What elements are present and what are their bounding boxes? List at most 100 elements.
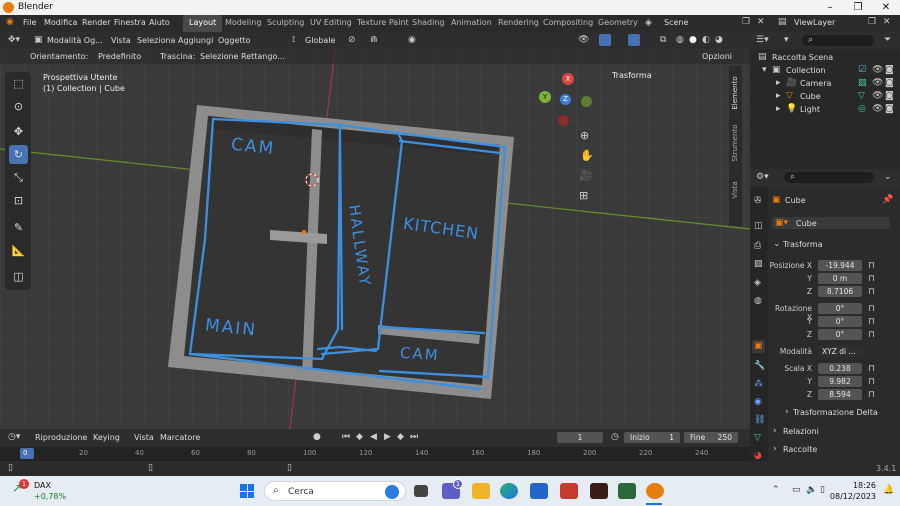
end-frame-field[interactable]: Fine 250 (684, 432, 738, 443)
menu-add[interactable]: Aggiungi (178, 36, 213, 45)
menu-select[interactable]: Seleziona (137, 36, 175, 45)
office-app-icon[interactable] (560, 483, 578, 499)
rotation-x-field[interactable]: 0° (818, 303, 862, 314)
outliner-item-cube[interactable]: Cube (800, 92, 821, 101)
game-app-icon[interactable] (590, 483, 608, 499)
tab-compositing[interactable]: Compositing (537, 15, 599, 32)
expand-icon[interactable]: ▸ (776, 92, 781, 101)
scale-x-field[interactable]: 0.238 (818, 363, 862, 374)
location-y-field[interactable]: 0 m (818, 273, 862, 284)
edge-browser-icon[interactable] (500, 483, 518, 499)
collections-panel[interactable]: Raccolte (783, 445, 817, 454)
move-tool-icon[interactable]: ✥ (9, 122, 28, 141)
rotation-mode-dropdown[interactable]: XYZ di ... (818, 346, 864, 357)
menu-view[interactable]: Vista (111, 36, 131, 45)
wireframe-shading-icon[interactable]: ◍ (676, 36, 684, 45)
outliner-root[interactable]: Raccolta Scena (772, 53, 833, 62)
viewlayer-name[interactable]: ViewLayer (794, 18, 835, 27)
taskbar-search-input[interactable]: ⌕ Cerca (264, 481, 406, 501)
gizmo-neg-y-axis[interactable] (581, 96, 592, 107)
menu-file[interactable]: File (23, 18, 36, 27)
particles-tab-icon[interactable]: ⁂ (754, 380, 763, 389)
tray-chevron-icon[interactable]: ⌃ (772, 486, 780, 495)
world-tab-icon[interactable]: ◍ (754, 297, 762, 306)
new-scene-icon[interactable]: ❐ (742, 18, 750, 27)
lock-icon[interactable]: ⊓ (868, 288, 875, 297)
3d-viewport[interactable]: CAM HALLWAY KITCHEN MAIN CAM Orientament… (0, 49, 750, 429)
prev-key-icon[interactable]: ◆ (356, 433, 363, 442)
menu-help[interactable]: Aiuto (149, 18, 170, 27)
menu-timeline-view[interactable]: Vista (134, 433, 154, 442)
tab-item[interactable]: Elemento (731, 69, 739, 117)
lock-icon[interactable]: ⊓ (868, 275, 875, 284)
cursor-tool-icon[interactable]: ⊙ (9, 97, 28, 116)
close-button[interactable]: ✕ (872, 0, 900, 15)
lock-icon[interactable]: ⊓ (868, 305, 875, 314)
task-view-icon[interactable] (414, 485, 428, 497)
gizmo-z-axis[interactable]: Z (560, 94, 571, 105)
lock-icon[interactable]: ⊓ (868, 331, 875, 340)
location-z-field[interactable]: 8.7106 (818, 286, 862, 297)
material-tab-icon[interactable]: ◕ (754, 452, 762, 461)
lock-icon[interactable]: ⊓ (868, 378, 875, 387)
tab-tool[interactable]: Strumento (731, 119, 739, 167)
chevron-down-icon[interactable]: ⌄ (884, 173, 892, 182)
eye-icon[interactable]: 👁 (872, 92, 883, 101)
editor-type-icon[interactable]: ✥▾ (8, 36, 20, 45)
lock-icon[interactable]: ⊓ (868, 262, 875, 271)
expand-icon[interactable]: ▸ (776, 105, 781, 114)
notifications-icon[interactable]: 🔔 (883, 486, 894, 495)
jump-start-icon[interactable]: ⏮ (342, 433, 350, 442)
lock-icon[interactable]: ⊓ (868, 391, 875, 400)
panel-expand-icon[interactable]: › (785, 408, 789, 417)
menu-edit[interactable]: Modifica (44, 18, 77, 27)
tab-shading[interactable]: Shading (406, 15, 451, 32)
clock-time[interactable]: 18:26 (836, 481, 876, 490)
tab-layout[interactable]: Layout (183, 15, 223, 32)
rotation-z-field[interactable]: 0° (818, 329, 862, 340)
monitor-icon[interactable]: ▭ (792, 486, 801, 495)
outliner-item-camera[interactable]: Camera (800, 79, 831, 88)
volume-icon[interactable]: 🔈 (806, 486, 817, 495)
menu-playback[interactable]: Riproduzione (35, 433, 87, 442)
delta-transform-panel[interactable]: Trasformazione Delta (793, 408, 878, 417)
panel-expand-icon[interactable]: › (773, 427, 777, 436)
blender-taskbar-icon[interactable] (646, 483, 664, 499)
lock-icon[interactable]: ⊓ (868, 318, 875, 327)
green-app-icon[interactable] (618, 483, 636, 499)
camera-view-icon[interactable]: 🎥 (579, 170, 593, 181)
snap-icon[interactable]: ⋒ (370, 36, 378, 45)
record-icon[interactable]: ● (313, 433, 321, 442)
menu-render[interactable]: Render (82, 18, 110, 27)
delete-scene-icon[interactable]: ✕ (757, 18, 765, 27)
camera-render-icon[interactable]: ◙ (885, 79, 894, 88)
outliner-item-light[interactable]: Light (800, 105, 820, 114)
file-explorer-icon[interactable] (472, 483, 490, 499)
blender-menu-icon[interactable]: ◉ (6, 18, 14, 27)
eye-icon[interactable]: 👁 (872, 66, 883, 75)
object-name-field[interactable]: ▣▾ Cube (772, 217, 890, 229)
rotation-y-field[interactable]: 0° (818, 316, 862, 327)
select-box-tool-icon[interactable]: ⬚ (9, 74, 28, 93)
gizmo-toggle-icon[interactable] (599, 34, 611, 46)
outliner-funnel-icon[interactable]: ⏷ (884, 36, 891, 45)
new-viewlayer-icon[interactable]: ❐ (868, 18, 876, 27)
camera-render-icon[interactable]: ◙ (885, 66, 894, 75)
collection-expand-icon[interactable]: ▾ (762, 66, 767, 75)
material-shading-icon[interactable]: ◐ (702, 36, 710, 45)
n-panel-transform-header[interactable]: Trasforma (612, 71, 652, 80)
tab-animation[interactable]: Animation (445, 15, 498, 32)
menu-window[interactable]: Finestra (114, 18, 146, 27)
play-reverse-icon[interactable]: ◀ (370, 433, 377, 442)
options-dropdown[interactable]: Opzioni (702, 52, 732, 61)
timeline-ruler[interactable]: 0 20 40 60 80 100 120 140 160 180 200 220 240 (0, 447, 750, 461)
outliner-collection[interactable]: Collection (786, 66, 826, 75)
properties-search-input[interactable]: ⌕ (784, 172, 874, 183)
relations-panel[interactable]: Relazioni (783, 427, 819, 436)
overlay-toggle-icon[interactable] (628, 34, 640, 46)
zoom-icon[interactable]: ⊕ (580, 130, 589, 141)
rotate-tool-icon[interactable]: ↻ (9, 145, 28, 164)
transform-orientation-dropdown[interactable]: Globale (305, 36, 335, 45)
play-icon[interactable]: ▶ (384, 433, 391, 442)
solid-shading-icon[interactable]: ● (689, 36, 697, 45)
